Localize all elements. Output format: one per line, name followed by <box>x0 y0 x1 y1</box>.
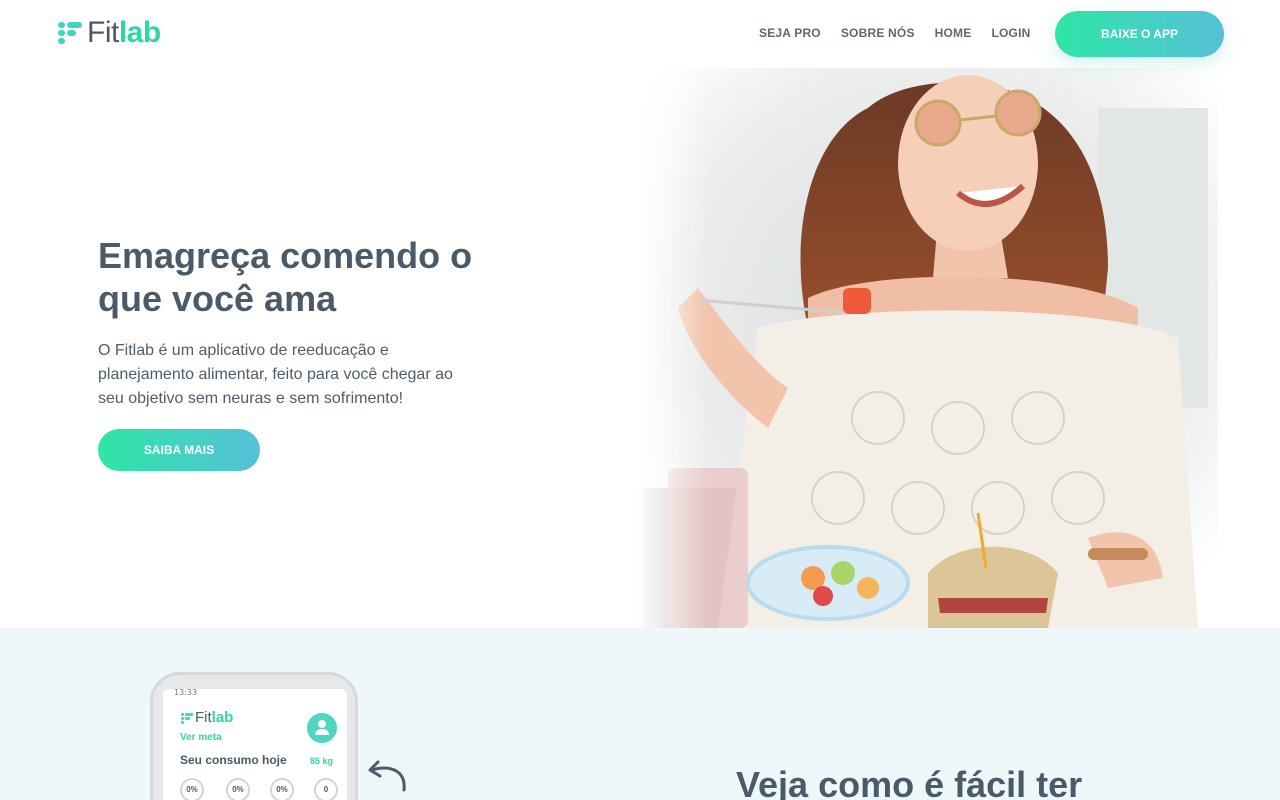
nutrient-ring: 0% <box>180 778 204 800</box>
nav-link-seja-pro[interactable]: SEJA PRO <box>759 26 821 40</box>
nav-link-login[interactable]: LOGIN <box>991 26 1030 40</box>
main-menu: SEJA PRO SOBRE NÓS HOME LOGIN <box>759 26 1030 40</box>
top-navbar: Fitlab SEJA PRO SOBRE NÓS HOME LOGIN BAI… <box>0 0 1280 68</box>
nutrient-ring: 0% <box>270 778 294 800</box>
hero-title: Emagreça comendo o que você ama <box>98 235 473 319</box>
nav-link-sobre-nos[interactable]: SOBRE NÓS <box>841 26 915 40</box>
user-avatar-icon <box>307 713 337 743</box>
phone-status-time: 13:33 <box>174 688 198 697</box>
fitlab-small-logo-icon <box>181 712 193 724</box>
learn-more-button[interactable]: SAIBA MAIS <box>98 429 260 471</box>
phone-app-name: Fitlab <box>195 709 234 726</box>
curved-arrow-icon <box>368 760 406 792</box>
nutrient-ring: 0% <box>226 778 250 800</box>
phone-app-logo: Fitlab <box>181 709 233 726</box>
phone-consumption-label: Seu consumo hoje <box>180 753 287 767</box>
download-app-button[interactable]: BAIXE O APP <box>1055 11 1224 57</box>
brand-logo[interactable]: Fitlab <box>58 17 161 49</box>
hero-photo-woman-eating <box>638 68 1218 628</box>
section-title: Veja como é fácil ter <box>736 764 1083 800</box>
landing-page: Fitlab SEJA PRO SOBRE NÓS HOME LOGIN BAI… <box>0 0 1280 800</box>
nav-link-home[interactable]: HOME <box>935 26 972 40</box>
phone-weight-value: 85 kg <box>310 756 334 766</box>
fitlab-logo-icon <box>58 19 84 47</box>
nutrient-ring: 0 <box>314 778 338 800</box>
phone-ver-meta-link: Ver meta <box>180 732 222 743</box>
hero-description: O Fitlab é um aplicativo de reeducação e… <box>98 342 453 407</box>
brand-name: Fitlab <box>87 16 161 49</box>
